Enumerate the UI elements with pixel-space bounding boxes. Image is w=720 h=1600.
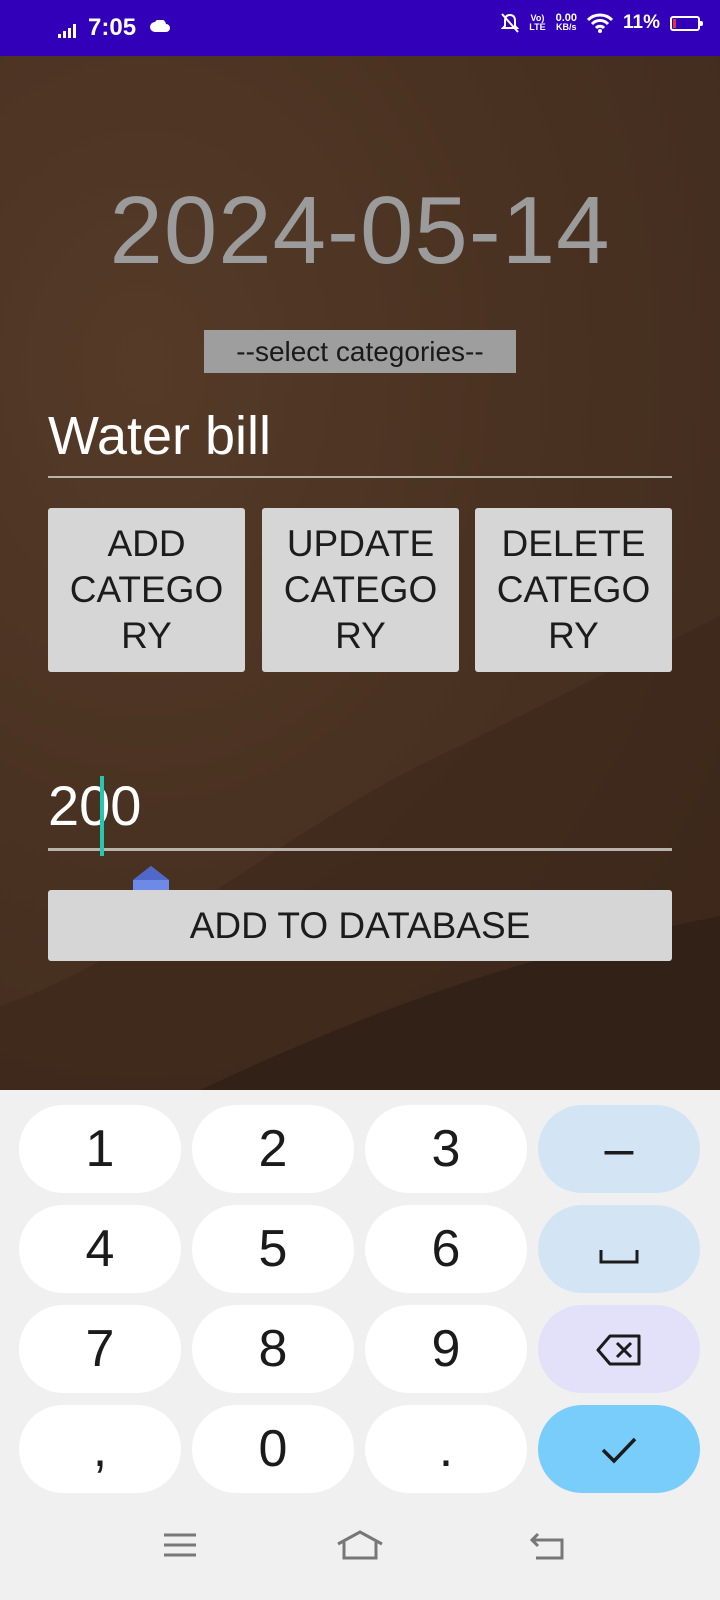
home-nav-icon[interactable] [336, 1530, 384, 1560]
back-nav-icon[interactable] [528, 1530, 568, 1560]
key-minus[interactable]: – [538, 1105, 700, 1193]
key-3[interactable]: 3 [365, 1105, 527, 1193]
menu-nav-icon[interactable] [160, 1530, 200, 1560]
category-spinner[interactable]: --select categories-- [204, 330, 516, 373]
category-name-input[interactable]: Water bill [48, 396, 672, 478]
net-speed-unit: KB/s [556, 22, 577, 32]
key-8[interactable]: 8 [192, 1305, 354, 1393]
signal-icon [58, 24, 76, 38]
text-cursor [100, 776, 104, 856]
amount-input[interactable]: 200 [48, 764, 672, 851]
battery-percent: 11% [623, 12, 660, 33]
status-bar: 7:05 Vo) LTE 0.00 KB/s 11% [0, 0, 720, 56]
key-6[interactable]: 6 [365, 1205, 527, 1293]
wifi-icon [587, 13, 614, 33]
space-icon [599, 1250, 639, 1264]
battery-icon [670, 15, 703, 31]
key-space[interactable] [538, 1205, 700, 1293]
cloud-icon [150, 20, 170, 32]
key-comma[interactable]: , [19, 1405, 181, 1493]
net-speed: 0.00 KB/s [556, 13, 577, 32]
key-5[interactable]: 5 [192, 1205, 354, 1293]
mute-bell-icon [501, 13, 520, 33]
checkmark-icon [601, 1437, 637, 1464]
key-4[interactable]: 4 [19, 1205, 181, 1293]
numeric-keyboard: 1 2 3 – 4 5 6 7 8 9 , 0 . [0, 1090, 720, 1600]
add-to-database-button[interactable]: ADD TO DATABASE [48, 890, 672, 961]
delete-category-button[interactable]: DELETE CATEGO RY [475, 508, 672, 672]
update-category-button[interactable]: UPDATE CATEGO RY [262, 508, 459, 672]
key-0[interactable]: 0 [192, 1405, 354, 1493]
key-period[interactable]: . [365, 1405, 527, 1493]
key-backspace[interactable] [538, 1305, 700, 1393]
key-2[interactable]: 2 [192, 1105, 354, 1193]
app-screen: 2024-05-14 --select categories-- Water b… [0, 56, 720, 1090]
key-7[interactable]: 7 [19, 1305, 181, 1393]
backspace-icon [596, 1334, 641, 1366]
add-category-button[interactable]: ADD CATEGO RY [48, 508, 245, 672]
key-9[interactable]: 9 [365, 1305, 527, 1393]
status-time: 7:05 [88, 14, 137, 41]
lte-label: LTE [529, 22, 546, 32]
volte-indicator: Vo) LTE [529, 14, 545, 32]
key-1[interactable]: 1 [19, 1105, 181, 1193]
key-done[interactable] [538, 1405, 700, 1493]
date-display[interactable]: 2024-05-14 [0, 176, 720, 286]
category-button-row: ADD CATEGO RY UPDATE CATEGO RY DELETE CA… [48, 508, 673, 672]
